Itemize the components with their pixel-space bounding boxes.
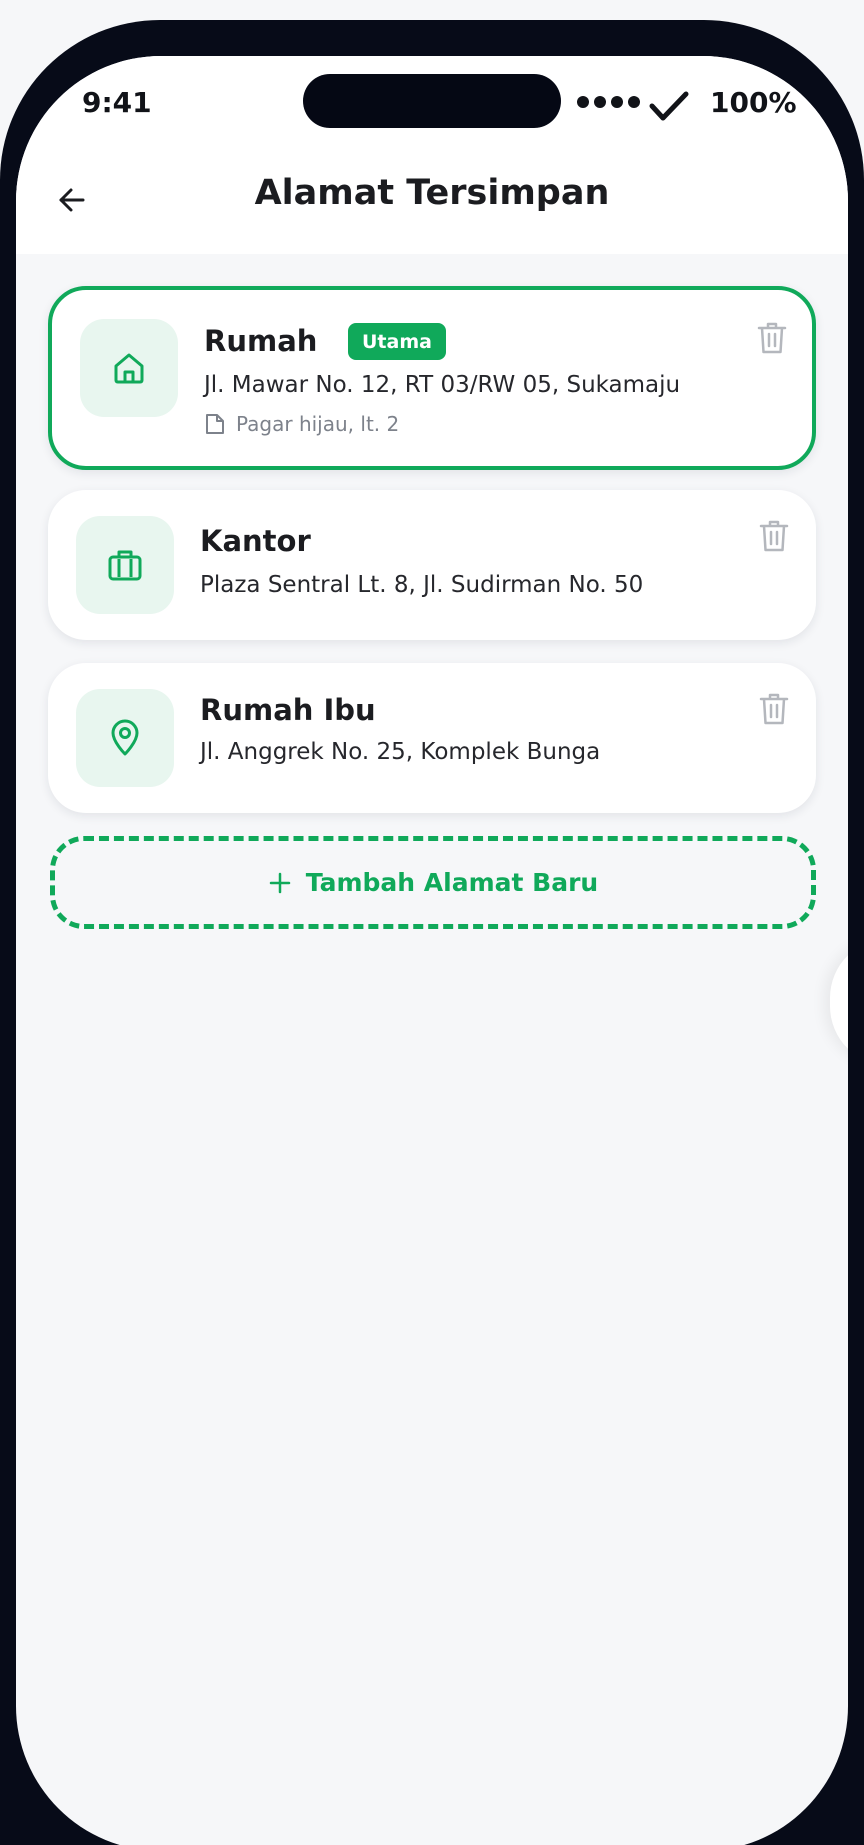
trash-icon bbox=[759, 693, 789, 725]
address-text: Plaza Sentral Lt. 8, Jl. Sudirman No. 50 bbox=[200, 572, 644, 598]
address-name: Rumah bbox=[204, 324, 318, 358]
delete-button[interactable] bbox=[754, 687, 794, 731]
address-text: Jl. Mawar No. 12, RT 03/RW 05, Sukamaju bbox=[204, 372, 681, 398]
status-time: 9:41 bbox=[82, 86, 152, 119]
page-title: Alamat Tersimpan bbox=[254, 173, 610, 213]
map-pin-icon bbox=[111, 719, 139, 756]
plus-icon bbox=[269, 872, 291, 893]
primary-badge: Utama bbox=[348, 323, 446, 360]
address-note-text: Pagar hijau, lt. 2 bbox=[236, 412, 400, 436]
top-bar: 9:41 100% Alamat Tersimpan bbox=[16, 56, 848, 254]
add-address-button[interactable]: Tambah Alamat Baru bbox=[50, 836, 816, 929]
address-card-kantor[interactable]: Kantor Plaza Sentral Lt. 8, Jl. Sudirman… bbox=[48, 490, 816, 640]
address-note: Pagar hijau, lt. 2 bbox=[204, 412, 399, 436]
add-address-label: Tambah Alamat Baru bbox=[305, 868, 599, 897]
address-icon-box bbox=[76, 516, 174, 614]
address-name: Rumah Ibu bbox=[200, 693, 376, 727]
trash-icon bbox=[759, 520, 789, 552]
delete-button[interactable] bbox=[752, 316, 792, 360]
dynamic-island bbox=[303, 74, 561, 128]
home-icon bbox=[114, 353, 144, 384]
briefcase-icon bbox=[108, 550, 142, 581]
address-text: Jl. Anggrek No. 25, Komplek Bunga bbox=[200, 739, 601, 765]
trash-icon bbox=[757, 322, 787, 354]
address-card-rumah[interactable]: Rumah Utama Jl. Mawar No. 12, RT 03/RW 0… bbox=[48, 286, 816, 470]
address-icon-box bbox=[80, 319, 178, 417]
battery-level: 100% bbox=[710, 86, 797, 119]
address-icon-box bbox=[76, 689, 174, 787]
floating-handle[interactable] bbox=[830, 938, 848, 1066]
screen: 9:41 100% Alamat Tersimpan Rumah Utama J… bbox=[16, 56, 848, 1845]
check-icon bbox=[649, 91, 689, 121]
delete-button[interactable] bbox=[754, 514, 794, 558]
signal-icon bbox=[577, 96, 640, 108]
phone-frame: 9:41 100% Alamat Tersimpan Rumah Utama J… bbox=[0, 20, 864, 1845]
note-icon bbox=[206, 414, 224, 434]
address-name: Kantor bbox=[200, 524, 311, 558]
address-card-rumah-ibu[interactable]: Rumah Ibu Jl. Anggrek No. 25, Komplek Bu… bbox=[48, 663, 816, 813]
